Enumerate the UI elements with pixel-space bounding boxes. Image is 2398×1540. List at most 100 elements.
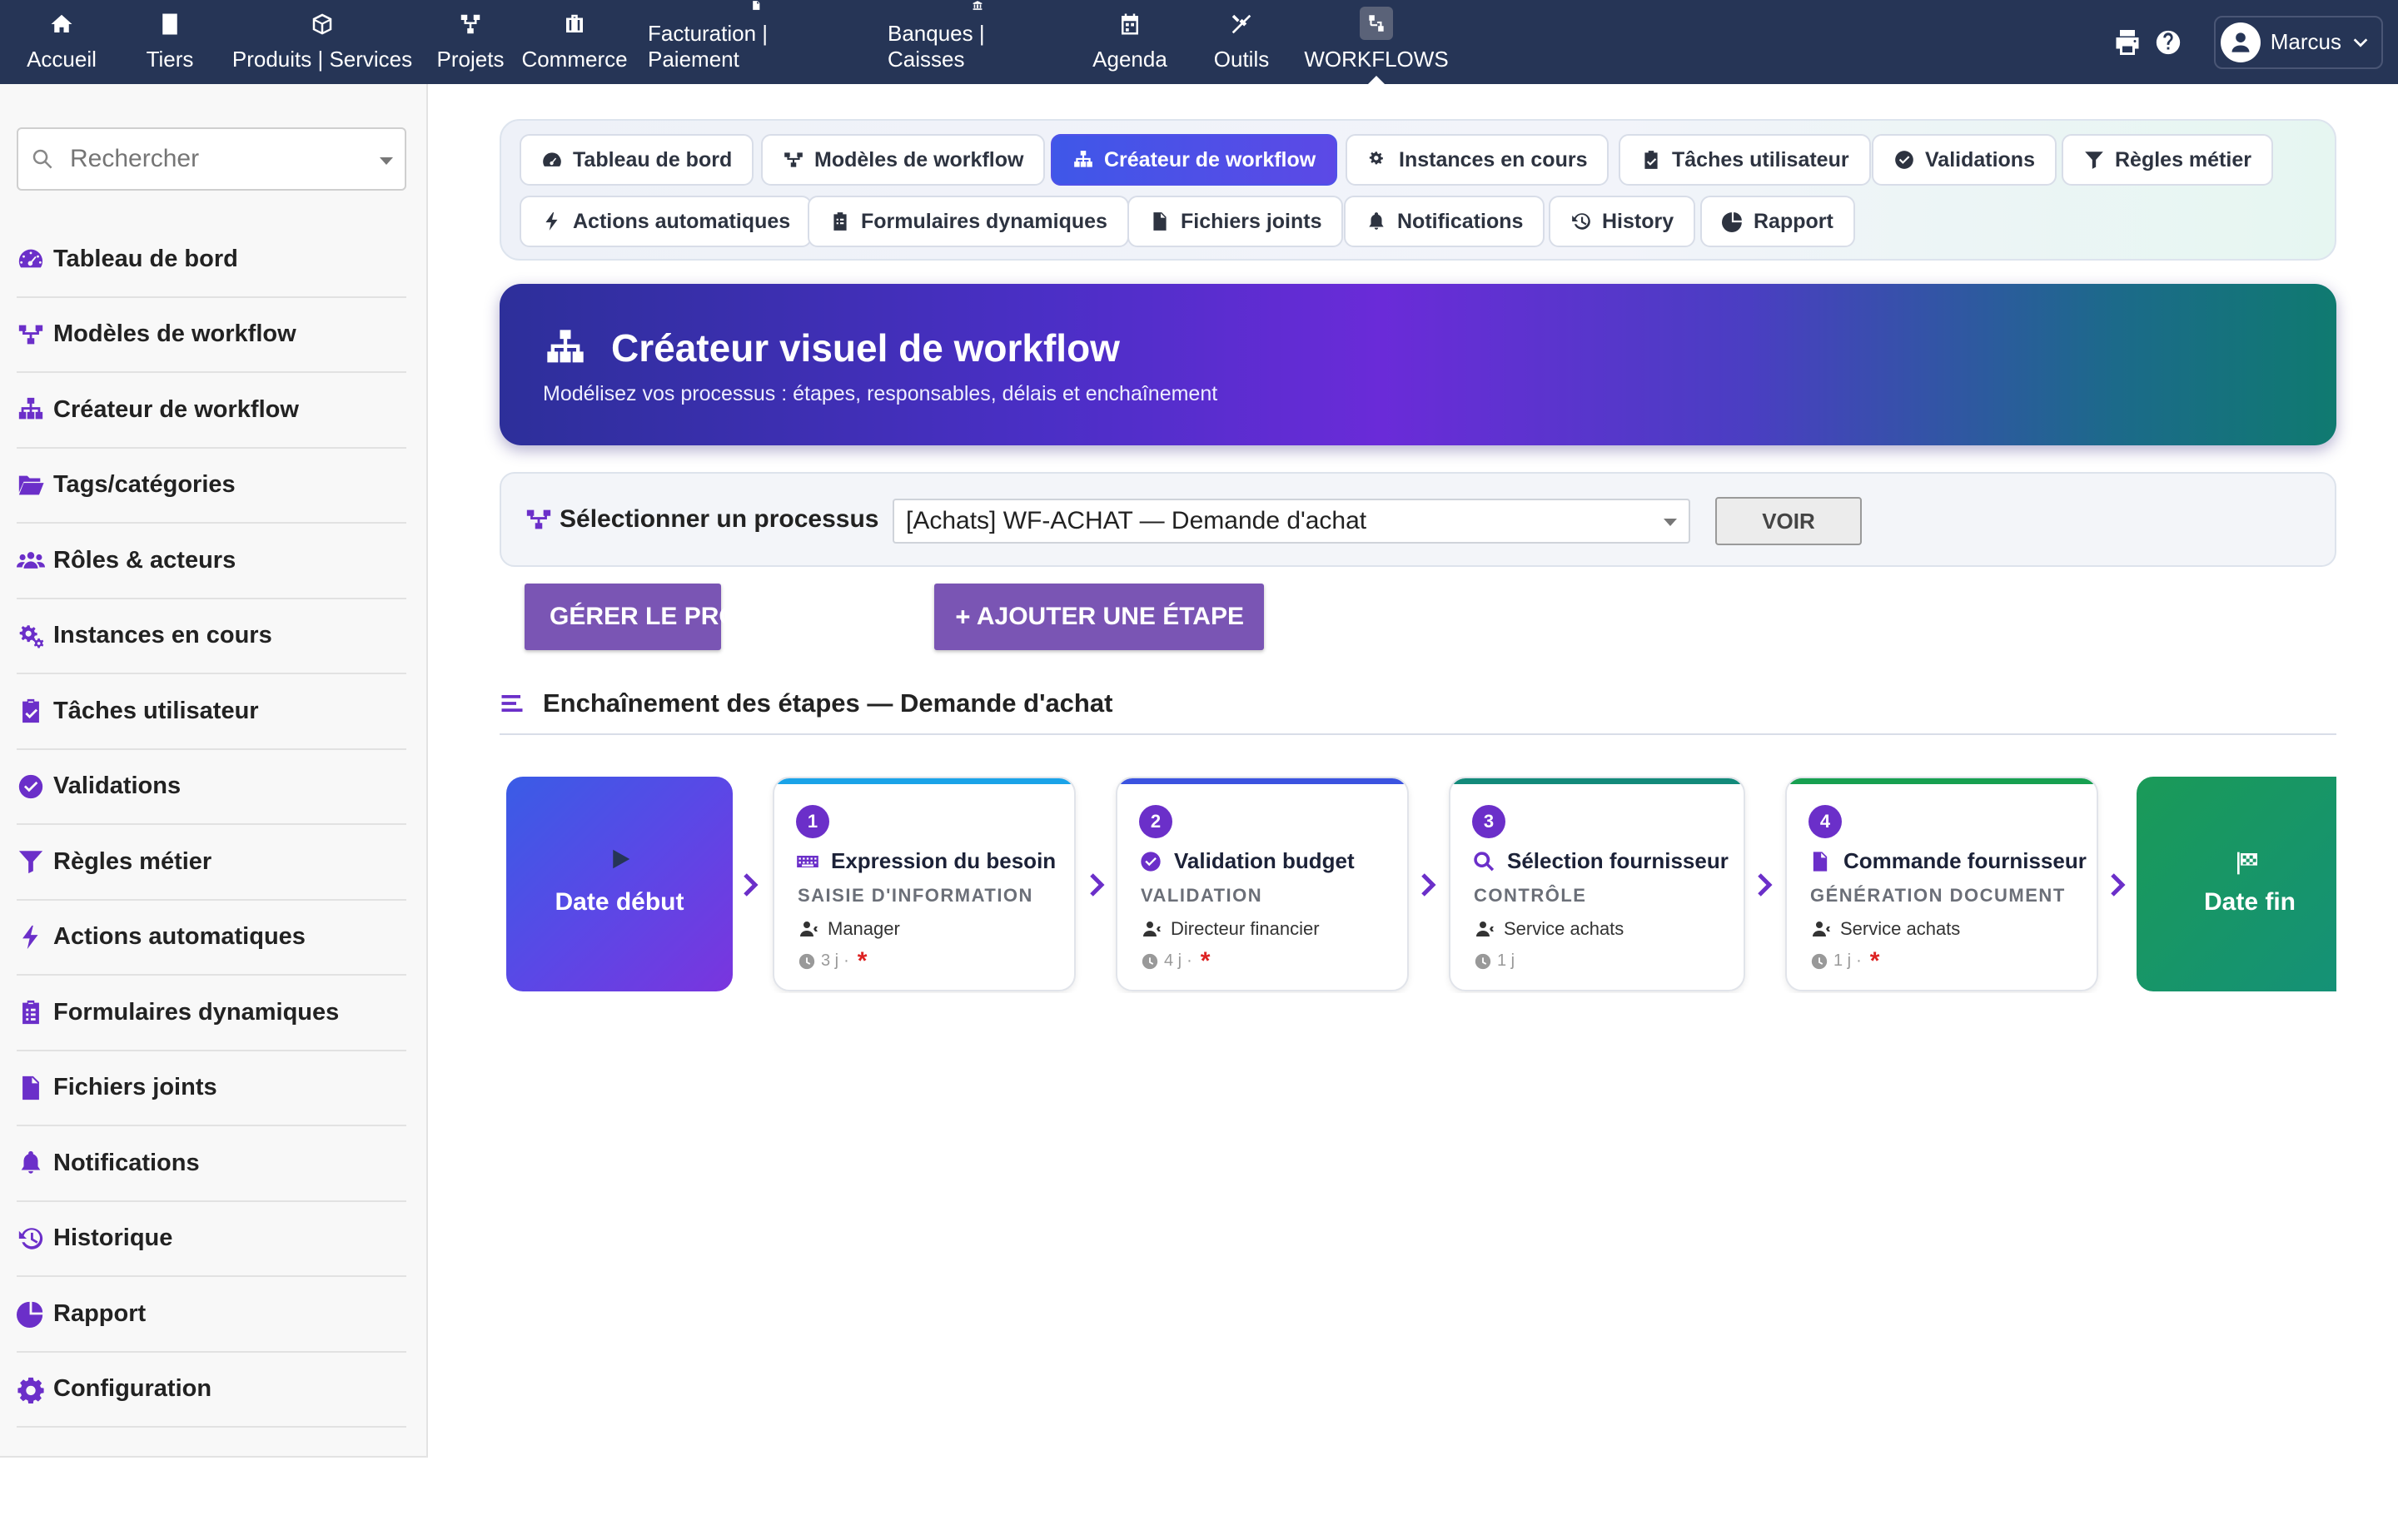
sidebar-item-instances-en-cours[interactable]: Instances en cours xyxy=(17,599,406,674)
step-number: 3 xyxy=(1472,805,1505,838)
topnav-workflows[interactable]: WORKFLOWS xyxy=(1302,0,1450,84)
clock-icon xyxy=(799,953,815,969)
step-type: SAISIE D'INFORMATION xyxy=(798,885,1033,906)
topnav-outils[interactable]: Outils xyxy=(1181,0,1302,84)
bank-icon xyxy=(973,1,983,10)
sidebar-item-formulaires-dynamiques[interactable]: Formulaires dynamiques xyxy=(17,976,406,1051)
filter-icon xyxy=(2085,152,2103,169)
flow-step-4[interactable]: 4 Commande fournisseur GÉNÉRATION DOCUME… xyxy=(1785,777,2098,991)
sidebar-item-validations[interactable]: Validations xyxy=(17,750,406,825)
tab-createur-de-workflow[interactable]: Créateur de workflow xyxy=(1051,134,1338,186)
chevron-right-icon xyxy=(1758,873,1773,897)
sidebar-item-taches-utilisateur[interactable]: Tâches utilisateur xyxy=(17,674,406,750)
sidebar-item-historique[interactable]: Historique xyxy=(17,1202,406,1277)
step-accent xyxy=(1450,778,1744,784)
add-step-button[interactable]: AJOUTER UNE ÉTAPE xyxy=(934,584,1264,650)
invoice-icon xyxy=(753,1,760,10)
bolt-icon xyxy=(545,212,558,231)
tab-regles-metier[interactable]: Règles métier xyxy=(2062,134,2273,186)
file-icon xyxy=(1153,212,1167,231)
sidebar-search[interactable] xyxy=(17,127,406,191)
process-select[interactable]: [Achats] WF-ACHAT — Demande d'achat xyxy=(893,499,1690,544)
search-icon xyxy=(32,149,52,169)
topnav-produits[interactable]: Produits | Services xyxy=(216,0,428,84)
topnav-projets[interactable]: Projets xyxy=(428,0,513,84)
topnav-agenda[interactable]: Agenda xyxy=(1079,0,1181,84)
file-icon xyxy=(22,1076,39,1100)
flow-end-label: Date fin xyxy=(2203,888,2296,916)
tab-history[interactable]: History xyxy=(1549,196,1696,247)
workflow-icon xyxy=(526,509,551,529)
topnav-accueil[interactable]: Accueil xyxy=(0,0,123,84)
flow-arrow xyxy=(1087,870,1107,900)
tab-formulaires-dynamiques[interactable]: Formulaires dynamiques xyxy=(808,196,1129,247)
sidebar-item-tableau-de-bord[interactable]: Tableau de bord xyxy=(17,222,406,298)
tab-instances-en-cours[interactable]: Instances en cours xyxy=(1346,134,1609,186)
top-navbar: Accueil Tiers Produits | Services Projet… xyxy=(0,0,2398,84)
sidebar-item-regles-metier[interactable]: Règles métier xyxy=(17,825,406,901)
tab-actions-automatiques[interactable]: Actions automatiques xyxy=(520,196,813,247)
briefcase-icon xyxy=(566,14,583,32)
sidebar-item-modeles-de-workflow[interactable]: Modèles de workflow xyxy=(17,298,406,373)
list-icon xyxy=(501,695,523,712)
step-delay: 3 j · * xyxy=(798,946,868,975)
step-type: VALIDATION xyxy=(1141,885,1263,906)
gauge-icon xyxy=(543,152,561,166)
step-accent xyxy=(1787,778,2097,784)
building-icon xyxy=(162,13,177,35)
sidebar-item-rapport[interactable]: Rapport xyxy=(17,1277,406,1353)
help-icon[interactable] xyxy=(2154,28,2182,57)
sidebar-item-createur-de-workflow[interactable]: Créateur de workflow xyxy=(17,373,406,449)
tab-fichiers-joints[interactable]: Fichiers joints xyxy=(1127,196,1344,247)
sidebar-item-configuration[interactable]: Configuration xyxy=(17,1353,406,1428)
manage-process-button[interactable]: GÉRER LE PROCESSUS xyxy=(525,584,841,650)
sidebar-item-actions-automatiques[interactable]: Actions automatiques xyxy=(17,901,406,976)
user-name: Marcus xyxy=(2270,29,2341,54)
sidebar: Tableau de bord Modèles de workflow Créa… xyxy=(0,84,428,1458)
clipboard-list-icon xyxy=(833,212,847,231)
tab-tableau-de-bord[interactable]: Tableau de bord xyxy=(520,134,754,186)
flag-checkered-icon xyxy=(2237,852,2257,875)
step-accent xyxy=(774,778,1074,784)
workflow-icon xyxy=(18,325,43,345)
sidebar-item-roles-acteurs[interactable]: Rôles & acteurs xyxy=(17,524,406,599)
hero-banner: Créateur visuel de workflow Modélisez vo… xyxy=(500,284,2336,445)
voir-button[interactable]: VOIR xyxy=(1715,497,1862,545)
tab-notifications[interactable]: Notifications xyxy=(1344,196,1545,247)
topnav-commerce[interactable]: Commerce xyxy=(513,0,636,84)
topnav-tiers[interactable]: Tiers xyxy=(123,0,216,84)
search-input[interactable] xyxy=(70,145,370,173)
step-delay: 1 j · * xyxy=(1810,948,1879,973)
check-circle-icon xyxy=(18,774,43,798)
tab-taches-utilisateur[interactable]: Tâches utilisateur xyxy=(1619,134,1871,186)
flow-step-2[interactable]: 2 Validation budget VALIDATION Directeur… xyxy=(1116,777,1409,991)
step-delay: 4 j · * xyxy=(1141,948,1210,973)
print-icon[interactable] xyxy=(2112,27,2142,57)
clipboard-check-icon xyxy=(1644,151,1658,169)
tab-validations[interactable]: Validations xyxy=(1872,134,2057,186)
pie-chart-icon xyxy=(1722,212,1742,232)
sidebar-menu: Tableau de bord Modèles de workflow Créa… xyxy=(17,222,406,1428)
step-title: Commande fournisseur xyxy=(1808,848,2087,874)
flow-step-3[interactable]: 3 Sélection fournisseur CONTRÔLE Service… xyxy=(1449,777,1745,991)
chevron-down-icon[interactable] xyxy=(380,157,393,165)
flow-step-1[interactable]: 1 Expression du besoin SAISIE D'INFORMAT… xyxy=(773,777,1076,991)
top-nav: Accueil Tiers Produits | Services Projet… xyxy=(0,0,1450,84)
workflow-icon xyxy=(784,152,803,167)
bell-icon xyxy=(1369,212,1384,230)
tab-modeles-de-workflow[interactable]: Modèles de workflow xyxy=(761,134,1046,186)
topnav-banques[interactable]: Banques | Caisses xyxy=(876,0,1079,84)
chevron-right-icon xyxy=(1090,873,1105,897)
flow-end-node[interactable]: Date fin xyxy=(2137,777,2336,991)
sidebar-item-fichiers-joints[interactable]: Fichiers joints xyxy=(17,1051,406,1126)
step-delay: 1 j xyxy=(1474,951,1515,971)
flow-start-node[interactable]: Date début xyxy=(506,777,733,991)
required-marker-icon: * xyxy=(857,946,868,975)
tab-rapport[interactable]: Rapport xyxy=(1700,196,1855,247)
topnav-facturation[interactable]: Facturation | Paiement xyxy=(636,0,876,84)
step-role: Directeur financier xyxy=(1141,918,1320,940)
sidebar-item-tags-categories[interactable]: Tags/catégories xyxy=(17,449,406,524)
sidebar-item-notifications[interactable]: Notifications xyxy=(17,1126,406,1202)
step-role: Service achats xyxy=(1810,918,1960,940)
user-menu[interactable]: Marcus xyxy=(2213,15,2383,69)
